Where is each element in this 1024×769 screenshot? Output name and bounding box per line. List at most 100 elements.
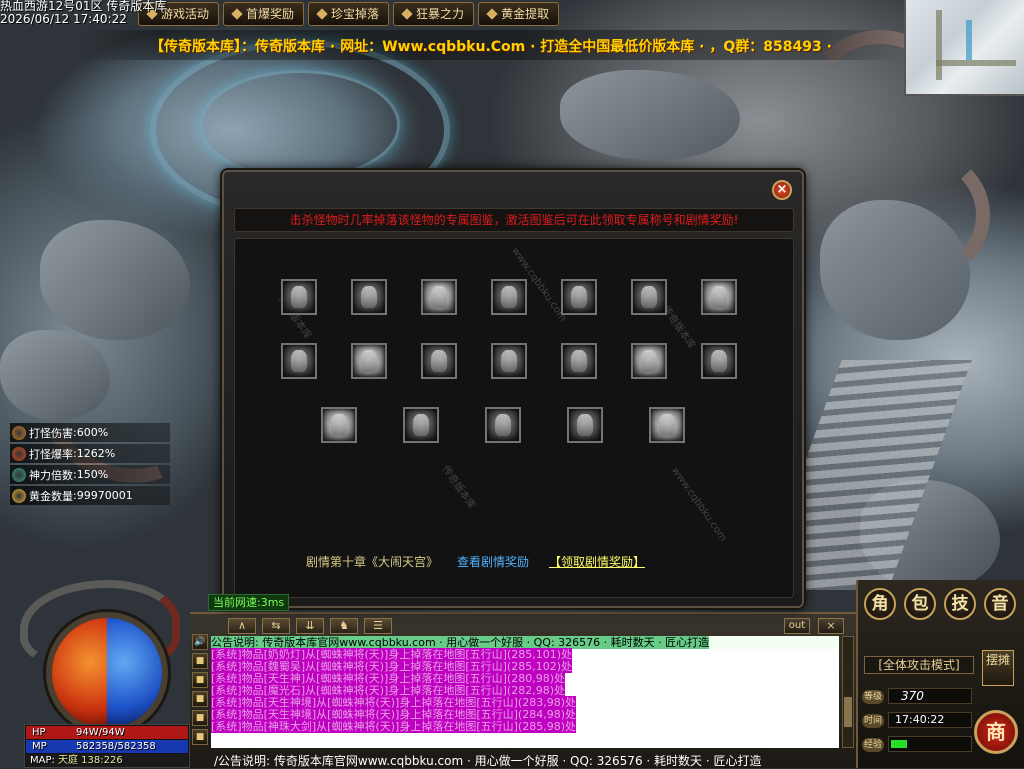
monster-portrait-icon xyxy=(571,286,587,308)
status-bars: HP 94W/94W MP 582358/582358 MAP: 天庭 138:226 xyxy=(24,724,190,768)
monster-card-slot[interactable] xyxy=(649,407,685,443)
hp-bar: HP 94W/94W xyxy=(26,726,188,739)
monster-portrait-icon xyxy=(711,350,727,372)
monster-portrait-icon xyxy=(413,414,429,436)
speaker-icon[interactable]: 🔊 xyxy=(192,634,208,650)
claim-reward-button[interactable]: 【领取剧情奖励】 xyxy=(549,553,645,570)
view-reward-link[interactable]: 查看剧情奖励 xyxy=(457,553,529,570)
stat-label: 黄金数量 xyxy=(29,489,73,503)
monster-portrait-icon xyxy=(501,350,517,372)
stat-value: 600% xyxy=(76,426,109,439)
ping-indicator: 当前网速:3ms xyxy=(208,594,290,611)
monster-card-slot[interactable] xyxy=(561,343,597,379)
monster-card-slot[interactable] xyxy=(631,343,667,379)
top-menu: 游戏活动 首爆奖励 珍宝掉落 狂暴之力 黄金提取 xyxy=(138,2,560,28)
stats-panel: 打怪伤害:600% 打怪爆率:1262% 神力倍数:150% 黄金数量:9997000… xyxy=(10,423,170,507)
minimap[interactable] xyxy=(904,0,1024,96)
chat-scroll-thumb[interactable] xyxy=(844,697,852,727)
chat-channel-icon[interactable]: ■ xyxy=(192,672,208,688)
top-menu-label: 狂暴之力 xyxy=(416,7,465,21)
marquee-text: 【传奇版本库】：传奇版本库 · 网址：Www.cqbbku.Com · 打造全中… xyxy=(150,39,832,55)
monster-portrait-icon xyxy=(711,286,727,308)
monster-portrait-icon xyxy=(495,414,511,436)
chat-channel-icon[interactable]: ■ xyxy=(192,653,208,669)
monster-card-slot[interactable] xyxy=(567,407,603,443)
time-label: 时间 xyxy=(862,714,884,728)
chat-channel-icon[interactable]: ■ xyxy=(192,691,208,707)
chat-tool-button[interactable]: ∧ xyxy=(228,618,256,634)
horn xyxy=(860,150,990,280)
chat-close-button[interactable]: × xyxy=(818,618,844,634)
hp-value: 94W/94W xyxy=(76,727,125,738)
monster-card-slot[interactable] xyxy=(491,279,527,315)
monster-card-slot[interactable] xyxy=(421,279,457,315)
top-menu-label: 首爆奖励 xyxy=(246,7,295,21)
chat-channel-icon[interactable]: ■ xyxy=(192,710,208,726)
monster-card-slot[interactable] xyxy=(351,279,387,315)
menu-round-button[interactable]: 角 xyxy=(864,588,896,620)
top-menu-label: 珍宝掉落 xyxy=(331,7,380,21)
stat-value: 99970001 xyxy=(76,489,133,502)
diamond-icon xyxy=(486,8,498,20)
menu-round-button[interactable]: 技 xyxy=(944,588,976,620)
monster-card-slot[interactable] xyxy=(403,407,439,443)
stat-row: 打怪伤害:600% xyxy=(10,423,170,442)
top-menu-item[interactable]: 珍宝掉落 xyxy=(308,2,390,26)
monster-card-slot[interactable] xyxy=(281,279,317,315)
monster-card-slot[interactable] xyxy=(321,407,357,443)
out-button[interactable]: out xyxy=(784,618,810,634)
hp-label: HP xyxy=(32,727,46,738)
monster-card-slot[interactable] xyxy=(701,343,737,379)
monster-portrait-icon xyxy=(659,414,675,436)
mp-value: 582358/582358 xyxy=(76,741,156,752)
diamond-icon xyxy=(316,8,328,20)
chat-tool-button[interactable]: ♞ xyxy=(330,618,358,634)
chat-line-text: [系统]物品[神珠大剑]从[蜘蛛神将(天)]身上掉落在地图[五行山](285,9… xyxy=(211,720,576,733)
minimap-water xyxy=(966,20,972,60)
top-menu-item[interactable]: 黄金提取 xyxy=(478,2,560,26)
stall-button[interactable]: 摆摊 xyxy=(982,650,1014,686)
level-label: 等级 xyxy=(862,690,884,704)
menu-round-button[interactable]: 包 xyxy=(904,588,936,620)
exp-label: 经验 xyxy=(862,738,884,752)
monster-card-slot[interactable] xyxy=(421,343,457,379)
chat-tool-button[interactable]: ⇆ xyxy=(262,618,290,634)
watermark: www.cqbbku.com xyxy=(669,465,729,544)
close-icon[interactable]: × xyxy=(772,180,792,200)
monster-card-slot[interactable] xyxy=(491,343,527,379)
monster-portrait-icon xyxy=(291,350,307,372)
chat-tool-button[interactable]: ☰ xyxy=(364,618,392,634)
monster-portrait-icon xyxy=(641,286,657,308)
mp-label: MP xyxy=(32,741,47,752)
chat-log[interactable]: 公告说明: 传奇版本库官网www.cqbbku.com · 用心做一个好服 · … xyxy=(211,636,839,748)
top-menu-item[interactable]: 首爆奖励 xyxy=(223,2,305,26)
stat-icon xyxy=(12,467,26,482)
map-value: 天庭 138:226 xyxy=(58,755,123,766)
monster-card-slot[interactable] xyxy=(281,343,317,379)
stat-value: 150% xyxy=(76,468,109,481)
top-menu-label: 黄金提取 xyxy=(501,7,550,21)
chat-line: [系统]物品[神珠大剑]从[蜘蛛神将(天)]身上掉落在地图[五行山](285,9… xyxy=(211,720,839,733)
monster-portrait-icon xyxy=(577,414,593,436)
rock xyxy=(40,220,190,340)
monster-card-slot[interactable] xyxy=(561,279,597,315)
shop-button[interactable]: 商 xyxy=(974,710,1018,754)
monster-card-slot[interactable] xyxy=(701,279,737,315)
diamond-icon xyxy=(231,8,243,20)
stat-label: 打怪爆率 xyxy=(29,447,73,461)
chat-channel-icon[interactable]: ■ xyxy=(192,729,208,745)
right-panel: 角包技音 [全体攻击模式] 摆摊 等级 370 时间 17:40:22 经验 商 xyxy=(856,580,1024,768)
stat-icon xyxy=(12,488,26,503)
monster-portrait-icon xyxy=(571,350,587,372)
monster-card-slot[interactable] xyxy=(485,407,521,443)
level-value: 370 xyxy=(888,688,972,704)
chat-scrollbar[interactable] xyxy=(842,636,854,748)
chat-tool-button[interactable]: ⇊ xyxy=(296,618,324,634)
monster-card-slot[interactable] xyxy=(631,279,667,315)
monster-card-slot[interactable] xyxy=(351,343,387,379)
map-bar: MAP: 天庭 138:226 xyxy=(26,754,188,767)
attack-mode-button[interactable]: [全体攻击模式] xyxy=(864,656,974,674)
top-menu-item[interactable]: 狂暴之力 xyxy=(393,2,475,26)
rock xyxy=(560,70,740,160)
menu-round-button[interactable]: 音 xyxy=(984,588,1016,620)
